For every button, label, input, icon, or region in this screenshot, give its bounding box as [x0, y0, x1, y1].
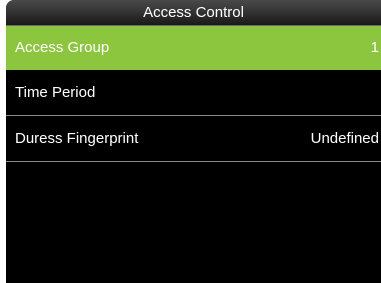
menu-item-access-group[interactable]: Access Group 1 [6, 26, 381, 70]
menu-item-label: Duress Fingerprint [15, 130, 139, 147]
menu-list: Access Group 1 Time Period Duress Finger… [6, 26, 381, 162]
menu-item-value: 1 [370, 39, 379, 56]
menu-item-time-period[interactable]: Time Period [6, 70, 381, 116]
menu-item-label: Access Group [15, 39, 110, 56]
menu-item-value: Undefined [310, 130, 379, 147]
menu-item-duress-fingerprint[interactable]: Duress Fingerprint Undefined [6, 116, 381, 162]
device-screen: Access Control Access Group 1 Time Perio… [6, 0, 381, 283]
page-title: Access Control [6, 0, 381, 26]
menu-item-label: Time Period [15, 84, 96, 101]
